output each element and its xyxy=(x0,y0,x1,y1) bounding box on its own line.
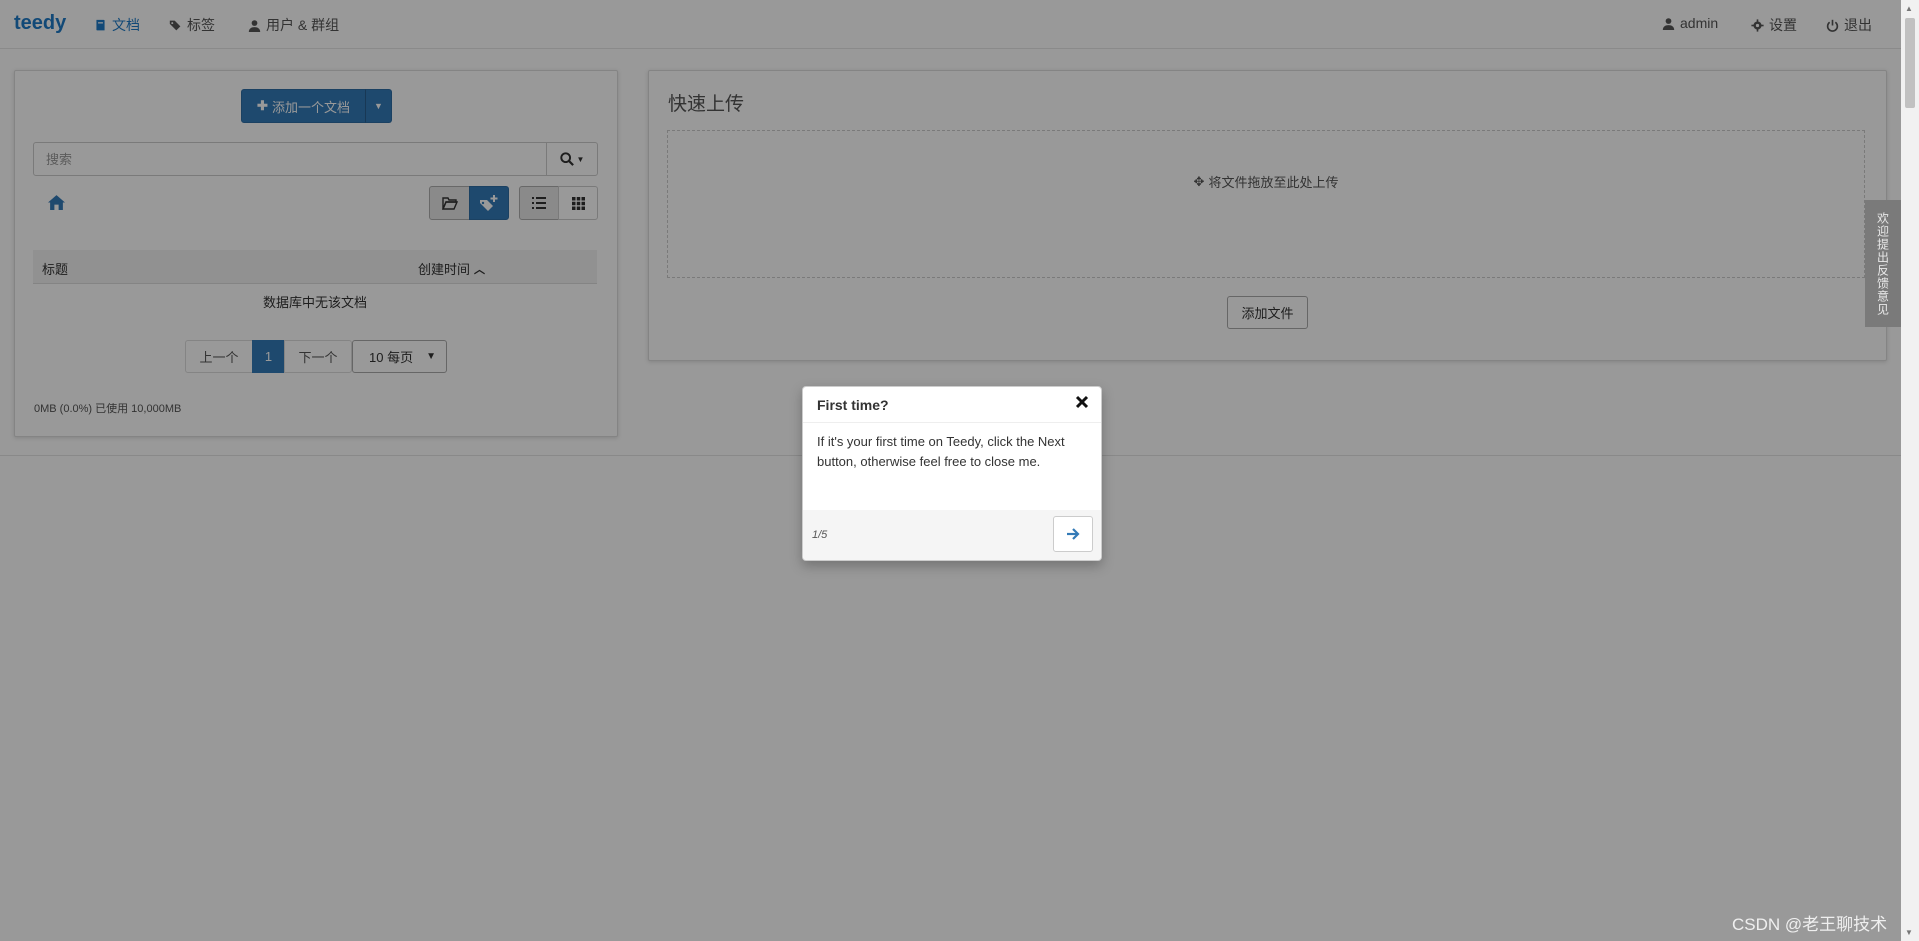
arrow-right-icon xyxy=(1067,528,1080,540)
feedback-tab[interactable]: 欢迎提出反馈意见 xyxy=(1865,200,1901,327)
tour-title: First time? xyxy=(817,397,889,413)
scroll-up-arrow-icon[interactable]: ▲ xyxy=(1905,4,1913,13)
scrollbar-thumb[interactable] xyxy=(1905,18,1915,108)
tour-popover: First time? If it's your first time on T… xyxy=(802,386,1102,561)
page-scrollbar[interactable] xyxy=(1901,0,1919,941)
scroll-down-arrow-icon[interactable]: ▼ xyxy=(1905,928,1913,937)
tour-divider xyxy=(803,422,1101,423)
close-icon xyxy=(1075,395,1089,409)
tour-footer: 1/5 xyxy=(803,510,1101,560)
tour-body: If it's your first time on Teedy, click … xyxy=(817,434,1065,469)
tour-next-button[interactable] xyxy=(1053,516,1093,552)
csdn-watermark: CSDN @老王聊技术 xyxy=(1732,915,1888,934)
tour-close-button[interactable] xyxy=(1075,395,1091,411)
tour-step-counter: 1/5 xyxy=(812,529,828,541)
